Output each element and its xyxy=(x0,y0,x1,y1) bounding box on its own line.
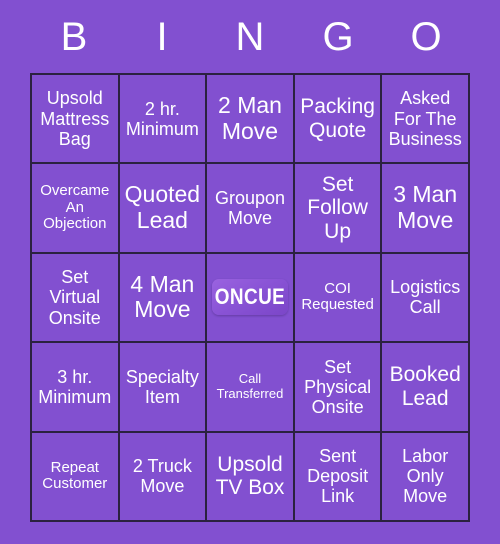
bingo-cell-label: Quoted Lead xyxy=(124,181,201,234)
bingo-cell-label: Repeat Customer xyxy=(42,458,108,493)
bingo-cell-label: COI Requested xyxy=(301,279,374,314)
bingo-cell-r3-c3[interactable]: Set Physical Onsite xyxy=(294,343,381,431)
bingo-cell-label: Sent Deposit Link xyxy=(307,446,369,507)
bingo-cell-r0-c3[interactable]: Packing Quote xyxy=(294,75,381,163)
bingo-cell-label: 2 Man Move xyxy=(218,91,282,144)
bingo-header-letter-1: I xyxy=(156,14,168,59)
bingo-cell-r4-c4[interactable]: Labor Only Move xyxy=(382,432,468,520)
bingo-cell-label: 2 Truck Move xyxy=(132,456,192,497)
bingo-cell-r2-c1[interactable]: 4 Man Move xyxy=(119,253,206,342)
bingo-cell-r0-c2[interactable]: 2 Man Move xyxy=(207,75,293,163)
bingo-cell-r1-c2[interactable]: Groupon Move xyxy=(207,164,293,252)
bingo-grid: Upsold Mattress Bag 2 hr. Minimum 2 Man Mo… xyxy=(30,73,470,522)
bingo-cell-label: Booked Lead xyxy=(389,363,461,410)
bingo-cell-label: Upsold Mattress Bag xyxy=(40,88,110,149)
bingo-cell-r4-c0[interactable]: Repeat Customer xyxy=(32,432,118,520)
oncue-logo-text: ONCUE xyxy=(214,284,286,310)
bingo-cell-r4-c2[interactable]: Upsold TV Box xyxy=(207,432,293,520)
bingo-cell-label: Labor Only Move xyxy=(402,446,449,507)
bingo-cell-r3-c0[interactable]: 3 hr. Minimum xyxy=(32,343,118,431)
bingo-cell-r2-c0[interactable]: Set Virtual Onsite xyxy=(32,253,118,342)
bingo-cell-r4-c1[interactable]: 2 Truck Move xyxy=(119,432,206,520)
bingo-cell-r2-c4[interactable]: Logistics Call xyxy=(382,253,468,342)
bingo-cell-label: Call Transferred xyxy=(216,371,284,401)
bingo-cell-label: Set Physical Onsite xyxy=(304,356,372,417)
bingo-cell-label: Upsold TV Box xyxy=(215,452,285,500)
bingo-cell-r3-c4[interactable]: Booked Lead xyxy=(382,343,468,431)
bingo-cell-r0-c4[interactable]: Asked For The Business xyxy=(382,75,468,163)
bingo-header-letter-0: B xyxy=(60,14,88,59)
bingo-cell-label: Logistics Call xyxy=(390,277,461,318)
bingo-cell-label: Set Follow Up xyxy=(307,172,368,243)
bingo-cell-label: Set Virtual Onsite xyxy=(48,267,101,328)
bingo-header-letter-4: O xyxy=(410,14,442,59)
bingo-cell-r1-c1[interactable]: Quoted Lead xyxy=(119,164,206,252)
bingo-cell-r0-c0[interactable]: Upsold Mattress Bag xyxy=(32,75,118,163)
bingo-cell-label: Specialty Item xyxy=(125,366,199,407)
bingo-header-letter-3: G xyxy=(322,14,354,59)
bingo-cell-r4-c3[interactable]: Sent Deposit Link xyxy=(294,432,381,520)
bingo-cell-label: Overcame An Objection xyxy=(40,181,110,233)
bingo-cell-label: Groupon Move xyxy=(214,187,286,229)
bingo-cell-r3-c1[interactable]: Specialty Item xyxy=(119,343,206,431)
bingo-cell-r1-c0[interactable]: Overcame An Objection xyxy=(32,164,118,252)
bingo-header-letter-2: N xyxy=(235,14,265,59)
oncue-logo: ONCUE xyxy=(211,279,288,316)
bingo-cell-label: 4 Man Move xyxy=(130,270,195,323)
bingo-cell-r1-c4[interactable]: 3 Man Move xyxy=(382,164,468,252)
bingo-cell-label: 3 hr. Minimum xyxy=(38,366,112,407)
bingo-header: BINGO xyxy=(30,0,470,73)
bingo-cell-label: Asked For The Business xyxy=(388,88,462,149)
bingo-cell-label: 2 hr. Minimum xyxy=(125,98,199,139)
bingo-free-space-cell[interactable]: ONCUE xyxy=(207,253,293,342)
bingo-cell-r1-c3[interactable]: Set Follow Up xyxy=(294,164,381,252)
bingo-cell-label: 3 Man Move xyxy=(393,181,458,234)
bingo-cell-r0-c1[interactable]: 2 hr. Minimum xyxy=(119,75,206,163)
bingo-cell-label: Packing Quote xyxy=(300,95,375,142)
bingo-cell-r3-c2[interactable]: Call Transferred xyxy=(207,343,293,431)
bingo-cell-r2-c3[interactable]: COI Requested xyxy=(294,253,381,342)
bingo-card: B I N G O Upsold Mattress Bag 2 hr. Minimum 2 … xyxy=(0,0,500,544)
